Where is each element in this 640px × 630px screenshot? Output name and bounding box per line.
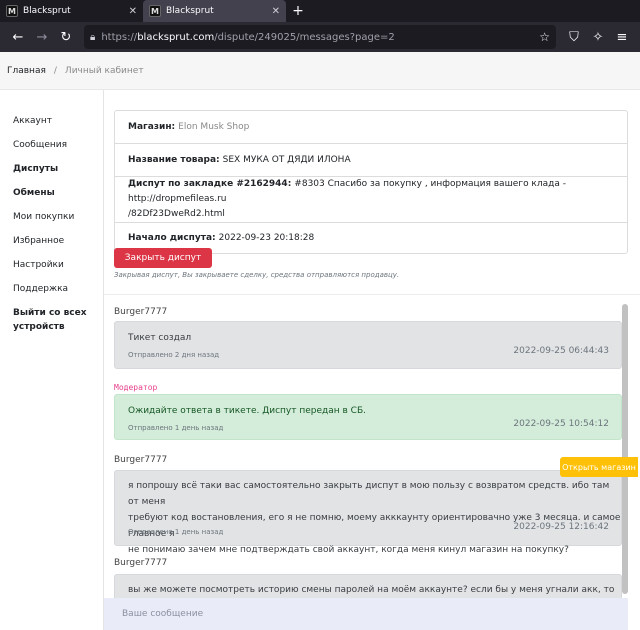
sidebar-item-disputes[interactable]: Диспуты xyxy=(0,162,103,186)
bookmark-label: Диспут по закладке #2162944: xyxy=(128,179,292,189)
sidebar-item-exchanges[interactable]: Обмены xyxy=(0,186,103,210)
message-sent-ago: Отправлено 1 день назад xyxy=(128,424,224,432)
product-row: Название товара: SEX МУКА ОТ ДЯДИ ИЛОНА xyxy=(115,144,627,177)
browser-nav-bar: ← → ↻ 🔒︎ https:// blacksprut.com /disput… xyxy=(0,22,640,52)
message-date: 2022-09-25 12:16:42 xyxy=(513,522,609,532)
site-favicon-icon: M xyxy=(6,5,18,17)
sidebar-item-purchases[interactable]: Мои покупки xyxy=(0,210,103,234)
message-bubble: Тикет создал Отправлено 2 дня назад 2022… xyxy=(114,321,622,369)
new-tab-plus-icon[interactable]: + xyxy=(286,0,310,22)
browser-tab[interactable]: M Blacksprut ✕ xyxy=(0,0,143,22)
extensions-icon[interactable]: ✧ xyxy=(586,25,610,49)
sidebar-item-messages[interactable]: Сообщения xyxy=(0,138,103,162)
message-text-line: я попрошу всё таки вас самостоятельно за… xyxy=(128,481,610,507)
dispute-info-table: Магазин: Elon Musk Shop Название товара:… xyxy=(114,110,628,254)
open-store-button[interactable]: Открыть магазин xyxy=(560,457,638,477)
message-sent-ago: Отправлено 2 дня назад xyxy=(128,351,220,359)
product-value: SEX МУКА ОТ ДЯДИ ИЛОНА xyxy=(222,154,351,165)
browser-tab-bar: M Blacksprut ✕ M Blacksprut ✕ + xyxy=(0,0,640,22)
close-tab-icon[interactable]: ✕ xyxy=(272,6,280,17)
message-author: Burger7777 xyxy=(114,307,168,317)
breadcrumb-separator: / xyxy=(53,65,57,76)
start-value: 2022-09-23 20:18:28 xyxy=(218,232,315,243)
section-divider xyxy=(104,294,640,295)
sidebar-item-favorites[interactable]: Избранное xyxy=(0,234,103,258)
tab-title: Blacksprut xyxy=(23,6,71,16)
site-favicon-icon: M xyxy=(149,5,161,17)
bookmark-value-continued: /82Df23DweRd2.html xyxy=(128,209,225,219)
message-input[interactable] xyxy=(122,609,628,619)
shield-icon[interactable]: ⛉ xyxy=(562,25,586,49)
dispute-info: Магазин: Elon Musk Shop Название товара:… xyxy=(114,110,628,254)
store-row: Магазин: Elon Musk Shop xyxy=(115,111,627,144)
breadcrumb: Главная / Личный кабинет xyxy=(0,52,640,90)
message-author: Burger7777 xyxy=(114,455,168,465)
url-path: /dispute/249025/messages?page=2 xyxy=(214,31,395,43)
account-sidebar: Аккаунт Сообщения Диспуты Обмены Мои пок… xyxy=(0,90,104,630)
message-text: я попрошу всё таки вас самостоятельно за… xyxy=(128,478,621,558)
product-label: Название товара: xyxy=(128,154,220,165)
message-bubble-moderator: Ожидайте ответа в тикете. Диспут передан… xyxy=(114,394,622,440)
tab-title: Blacksprut xyxy=(166,6,214,16)
sidebar-item-support[interactable]: Поддержка xyxy=(0,282,103,306)
url-protocol: https:// xyxy=(101,31,138,43)
message-text: вы же можете посмотреть историю смены па… xyxy=(128,585,615,595)
sidebar-item-logout-all[interactable]: Выйти со всех устройств xyxy=(0,306,90,340)
message-text-line: не понимаю зачем мне подтверждать свой а… xyxy=(128,545,569,555)
message-author-moderator: Модератор xyxy=(114,383,158,392)
forward-arrow-icon[interactable]: → xyxy=(30,25,54,49)
message-date: 2022-09-25 10:54:12 xyxy=(513,419,609,429)
close-tab-icon[interactable]: ✕ xyxy=(129,6,137,17)
message-sent-ago: Отправлено 1 день назад xyxy=(128,528,224,536)
store-value[interactable]: Elon Musk Shop xyxy=(178,120,249,135)
message-text: Тикет создал xyxy=(128,333,192,343)
message-date: 2022-09-25 06:44:43 xyxy=(513,346,609,356)
menu-hamburger-icon[interactable]: ≡ xyxy=(610,25,634,49)
message-author: Burger7777 xyxy=(114,558,168,568)
bookmark-row: Диспут по закладке #2162944: #8303 Спасиб… xyxy=(115,177,627,223)
address-bar[interactable]: 🔒︎ https:// blacksprut.com /dispute/2490… xyxy=(84,25,556,49)
close-dispute-hint: Закрывая диспут, Вы закрываете сделку, с… xyxy=(114,271,400,279)
messages-scrollbar[interactable] xyxy=(622,304,628,594)
start-label: Начало диспута: xyxy=(128,232,216,243)
breadcrumb-current: Личный кабинет xyxy=(64,65,144,76)
browser-tab-active[interactable]: M Blacksprut ✕ xyxy=(143,0,286,22)
bookmark-star-icon[interactable]: ☆ xyxy=(539,30,550,44)
sidebar-item-account[interactable]: Аккаунт xyxy=(0,114,103,138)
message-composer xyxy=(104,598,628,630)
reload-icon[interactable]: ↻ xyxy=(54,25,78,49)
close-dispute-button[interactable]: Закрыть диспут xyxy=(114,248,212,268)
breadcrumb-home-link[interactable]: Главная xyxy=(7,66,46,76)
message-text: Ожидайте ответа в тикете. Диспут передан… xyxy=(128,406,366,416)
lock-icon: 🔒︎ xyxy=(90,31,96,43)
message-bubble: я попрошу всё таки вас самостоятельно за… xyxy=(114,470,622,555)
back-arrow-icon[interactable]: ← xyxy=(6,25,30,49)
url-host: blacksprut.com xyxy=(137,31,215,43)
store-label: Магазин: xyxy=(128,121,176,132)
sidebar-item-settings[interactable]: Настройки xyxy=(0,258,103,282)
